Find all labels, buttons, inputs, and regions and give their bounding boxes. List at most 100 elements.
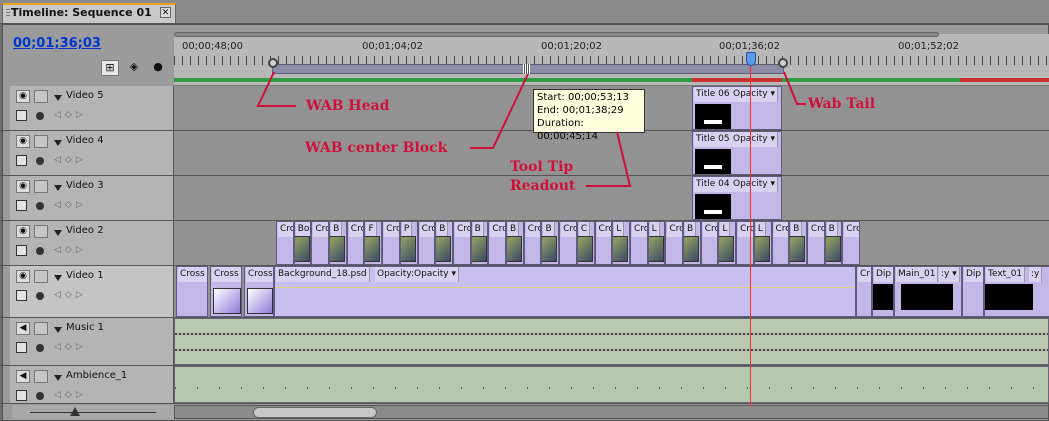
clip-video-2[interactable]: Cro [665, 221, 684, 265]
expand-triangle-icon[interactable] [54, 95, 62, 101]
expand-triangle-icon[interactable] [54, 230, 62, 236]
keyframe-toggle-icon[interactable] [36, 157, 44, 165]
display-style-icon[interactable] [16, 110, 27, 121]
clip-opacity-label[interactable]: Opacity:Opacity ▾ [375, 267, 459, 282]
track-content[interactable] [174, 366, 1049, 403]
close-icon[interactable]: ✕ [160, 7, 171, 18]
keyframe-nav-icon[interactable]: ◁◇▷ [54, 245, 110, 256]
display-style-icon[interactable] [16, 290, 27, 301]
clip-background-18[interactable]: Background_18.psd Opacity:Opacity ▾ [274, 266, 856, 317]
clip-video-2[interactable]: L [718, 221, 737, 265]
clip-cross-dissolve[interactable]: Cross [244, 266, 274, 317]
clip-video-2[interactable]: L [753, 221, 772, 265]
clip-video-2[interactable]: L [612, 221, 630, 265]
expand-triangle-icon[interactable] [54, 275, 62, 281]
audio-clip-music[interactable] [174, 318, 1049, 365]
scrollbar-thumb[interactable] [253, 407, 377, 418]
keyframe-toggle-icon[interactable] [36, 247, 44, 255]
eye-icon[interactable]: ◉ [16, 225, 30, 238]
keyframe-nav-icon[interactable]: ◁◇▷ [54, 342, 110, 353]
clip-video-2[interactable]: C [576, 221, 595, 265]
marker-icon[interactable]: ◈ [125, 60, 143, 76]
playhead-handle[interactable] [746, 52, 756, 66]
clip-title-04[interactable]: Title 04 Opacity ▾ [692, 176, 782, 220]
expand-triangle-icon[interactable] [54, 185, 62, 191]
lock-icon[interactable] [34, 225, 48, 238]
keyframe-nav-icon[interactable]: ◁◇▷ [54, 390, 110, 401]
lock-icon[interactable] [34, 135, 48, 148]
display-style-icon[interactable] [16, 245, 27, 256]
clip-video-2[interactable]: B [541, 221, 560, 265]
clip-video-2[interactable]: Cros [276, 221, 294, 265]
clip-opacity-label[interactable]: Opacity ▾ [731, 87, 778, 102]
expand-triangle-icon[interactable] [54, 327, 62, 333]
lock-icon[interactable] [34, 370, 48, 383]
timeline-zoom-slider[interactable] [12, 405, 174, 419]
tab-timeline-sequence-01[interactable]: Timeline: Sequence 01 ✕ [2, 3, 176, 23]
clip-video-2[interactable]: Cro [736, 221, 754, 265]
current-timecode[interactable]: 00;01;36;03 [13, 36, 101, 51]
track-content[interactable]: CrosBoCroBCroFCroPCroBCroBCroBCroBCroCCr… [174, 221, 1049, 265]
viewing-area-bar[interactable] [174, 32, 939, 37]
display-style-icon[interactable] [16, 200, 27, 211]
eye-icon[interactable]: ◉ [16, 90, 30, 103]
playhead-line[interactable] [750, 66, 751, 406]
display-style-icon[interactable] [16, 155, 27, 166]
keyframe-nav-icon[interactable]: ◁◇▷ [54, 290, 110, 301]
clip-video-2[interactable]: B [506, 221, 524, 265]
clip-video-2[interactable]: F [364, 221, 383, 265]
clip-video-2[interactable]: B [470, 221, 489, 265]
track-content[interactable]: Title 04 Opacity ▾ [174, 176, 1049, 220]
clip-video-2[interactable]: B [683, 221, 701, 265]
clip-video-2[interactable]: Cro [488, 221, 507, 265]
clip-video-2[interactable]: Cro [700, 221, 719, 265]
clip-video-2[interactable]: Cro [771, 221, 790, 265]
keyframe-toggle-icon[interactable] [36, 202, 44, 210]
lock-icon[interactable] [34, 90, 48, 103]
clip-dip-to-black[interactable]: Dip [872, 266, 894, 317]
display-style-icon[interactable] [16, 390, 27, 401]
drop-icon[interactable]: ● [149, 60, 167, 76]
wab-head-handle[interactable] [268, 58, 278, 68]
clip-opacity-label[interactable]: Opacity ▾ [731, 177, 778, 192]
clip-video-2[interactable]: Cro [842, 221, 860, 265]
lock-icon[interactable] [34, 270, 48, 283]
keyframe-toggle-icon[interactable] [36, 112, 44, 120]
clip-video-2[interactable]: L [647, 221, 666, 265]
keyframe-nav-icon[interactable]: ◁◇▷ [54, 200, 110, 211]
speaker-icon[interactable]: ◀ [16, 370, 30, 383]
clip-video-2[interactable]: Cro [382, 221, 400, 265]
wab-center-block[interactable] [523, 64, 530, 74]
track-content[interactable] [174, 318, 1049, 365]
horizontal-scrollbar[interactable] [174, 405, 1049, 419]
lock-icon[interactable] [34, 180, 48, 193]
clip-video-2[interactable]: Cro [559, 221, 577, 265]
clip-video-2[interactable]: Cro [452, 221, 471, 265]
keyframe-toggle-icon[interactable] [36, 292, 44, 300]
expand-triangle-icon[interactable] [54, 375, 62, 381]
clip-cross-dissolve[interactable]: Cross [176, 266, 208, 317]
clip-dip-to-black[interactable]: Dip [962, 266, 984, 317]
clip-cross-dissolve[interactable]: Cr [856, 266, 872, 317]
clip-video-2[interactable]: B [329, 221, 347, 265]
clip-opacity-label[interactable]: Opacity ▾ [731, 132, 778, 147]
clip-video-2[interactable]: Bo [293, 221, 312, 265]
keyframe-toggle-icon[interactable] [36, 392, 44, 400]
clip-cross-dissolve[interactable]: Cross [210, 266, 242, 317]
clip-video-2[interactable]: Cro [806, 221, 825, 265]
eye-icon[interactable]: ◉ [16, 270, 30, 283]
clip-main-01[interactable]: Main_01:y ▾ [894, 266, 962, 317]
clip-video-2[interactable]: B [435, 221, 453, 265]
clip-video-2[interactable]: Cro [346, 221, 365, 265]
zoom-knob[interactable] [70, 407, 80, 416]
display-style-icon[interactable] [16, 342, 27, 353]
clip-video-2[interactable]: P [399, 221, 418, 265]
clip-opacity-label[interactable]: :y [1029, 267, 1043, 282]
track-content[interactable]: Cross Cross Cross Background_18.psd Opac… [174, 266, 1049, 317]
keyframe-nav-icon[interactable]: ◁◇▷ [54, 110, 110, 121]
opacity-rubberband[interactable] [275, 287, 855, 288]
lock-icon[interactable] [34, 322, 48, 335]
clip-video-2[interactable]: Cro [629, 221, 648, 265]
clip-video-2[interactable]: Cro [311, 221, 330, 265]
eye-icon[interactable]: ◉ [16, 180, 30, 193]
